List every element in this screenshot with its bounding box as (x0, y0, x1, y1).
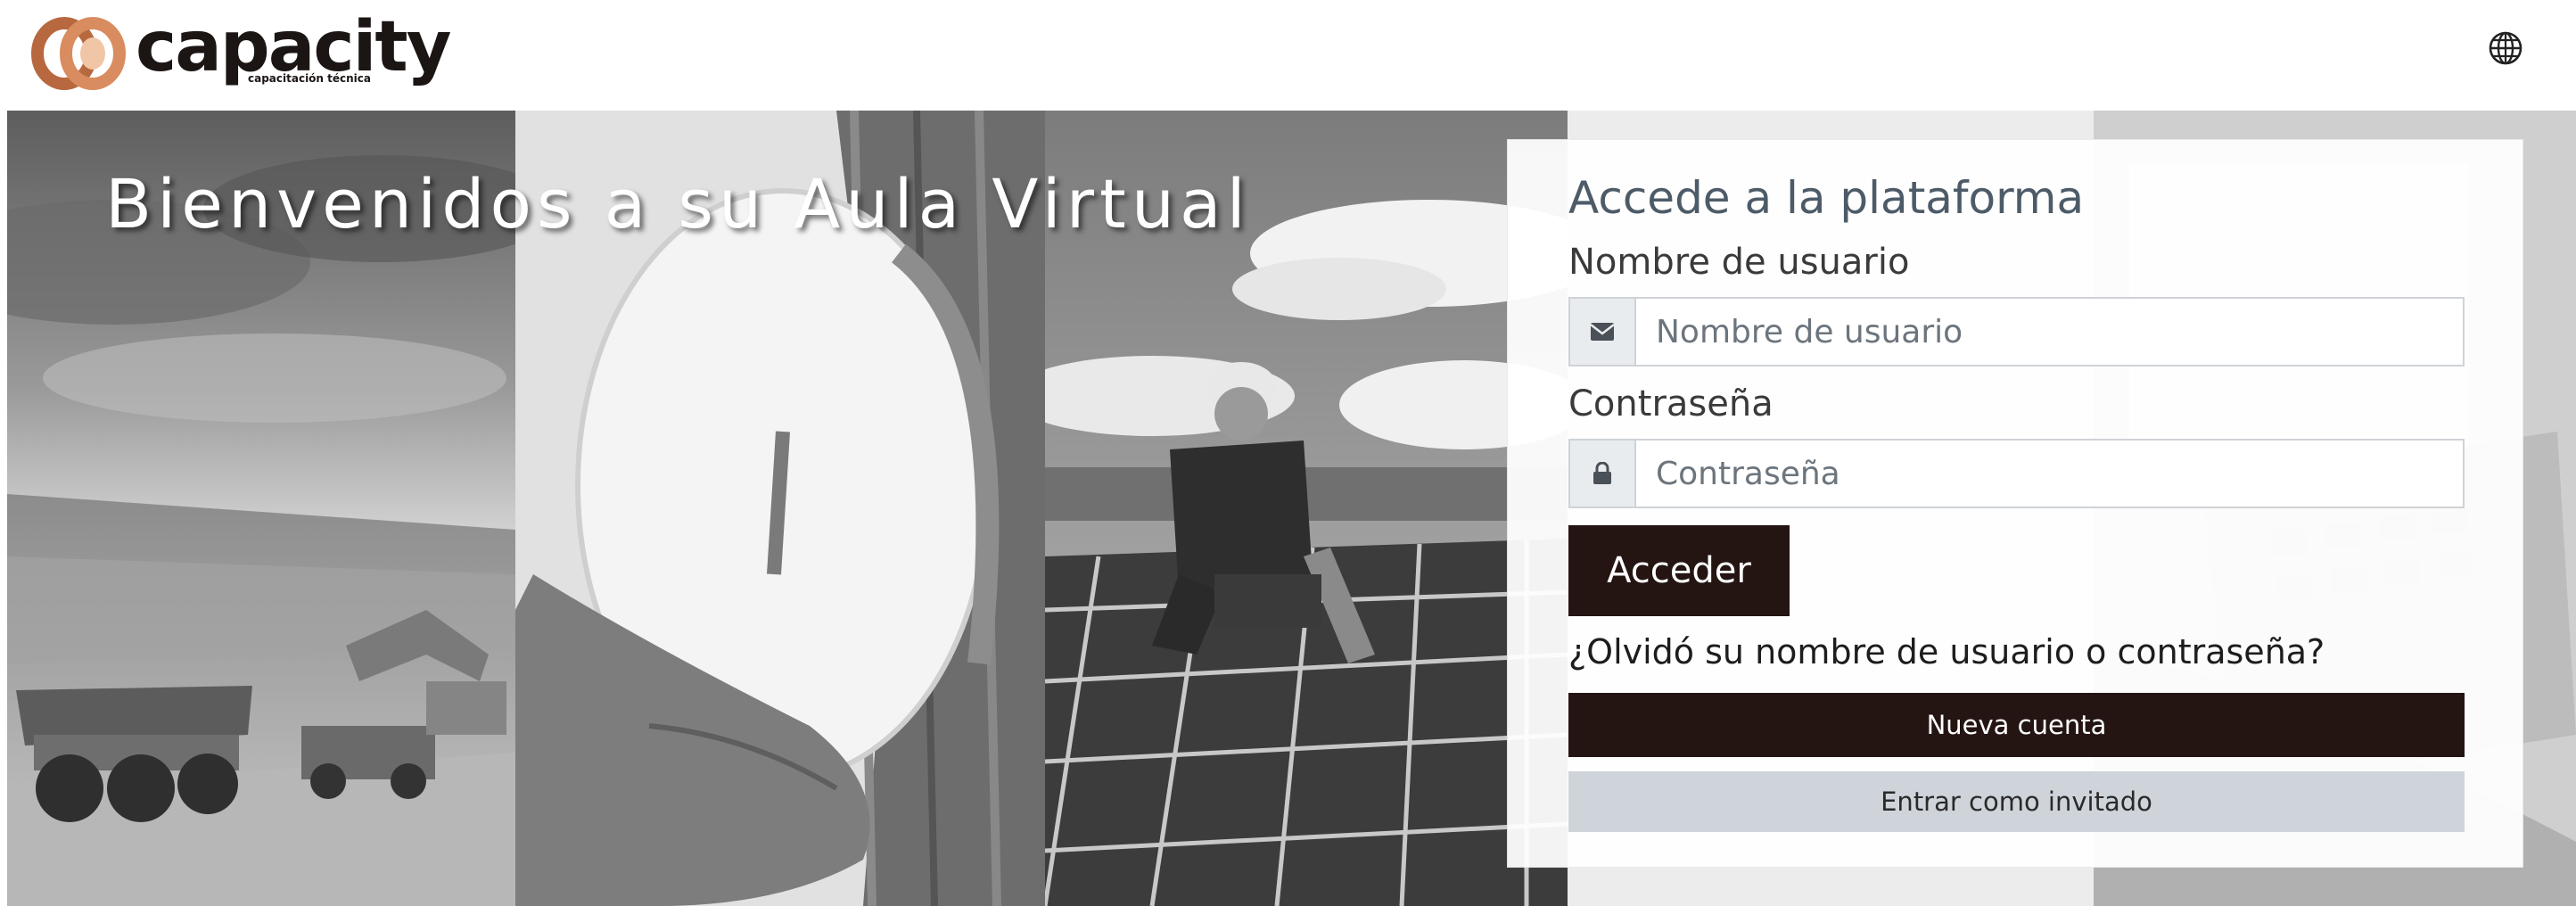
capacity-logo-mark-icon (31, 17, 126, 90)
password-input[interactable] (1636, 439, 2465, 508)
login-title: Accede a la plataforma (1568, 172, 2085, 224)
brand-tagline: capacitación técnica (248, 72, 372, 85)
guest-login-button[interactable]: Entrar como invitado (1568, 771, 2465, 832)
username-input[interactable] (1636, 297, 2465, 367)
login-card: Accede a la plataforma Nombre de usuario… (1507, 139, 2523, 868)
globe-icon (2489, 31, 2523, 65)
language-globe-icon[interactable] (2488, 30, 2523, 66)
password-input-group (1568, 439, 2465, 508)
lock-icon (1568, 439, 1636, 508)
password-label: Contraseña (1568, 383, 1774, 424)
brand-logo[interactable]: capacity capacitación técnica (30, 7, 451, 102)
envelope-icon (1568, 297, 1636, 367)
username-label: Nombre de usuario (1568, 242, 1910, 283)
new-account-button[interactable]: Nueva cuenta (1568, 693, 2465, 757)
top-navbar: capacity capacitación técnica (0, 0, 2576, 111)
hero-welcome-title: Bienvenidos a su Aula Virtual (105, 164, 1251, 243)
login-button[interactable]: Acceder (1568, 525, 1790, 616)
username-input-group (1568, 297, 2465, 367)
forgot-password-link[interactable]: ¿Olvidó su nombre de usuario o contraseñ… (1568, 632, 2325, 671)
